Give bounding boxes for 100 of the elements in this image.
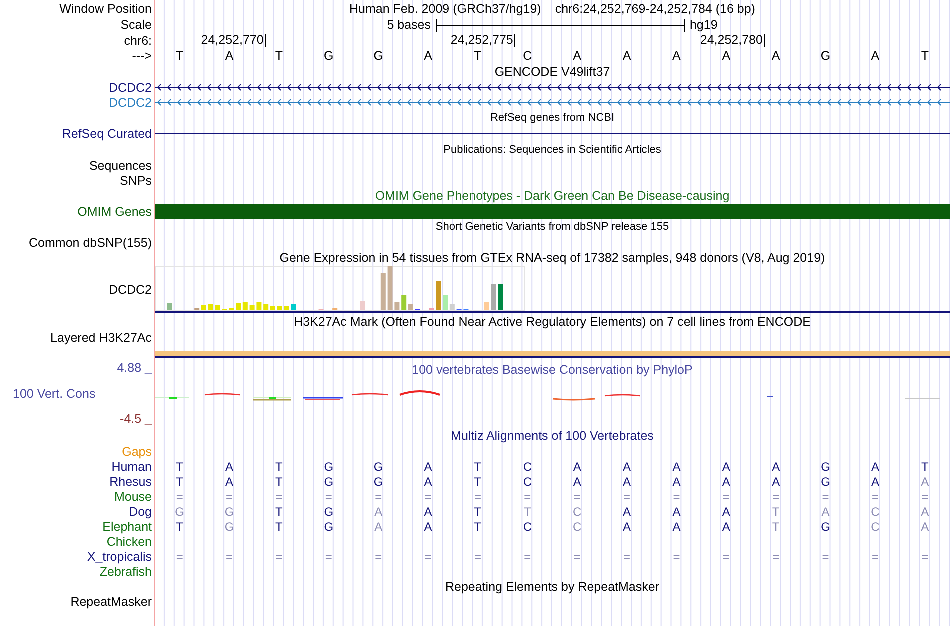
alignment-base: = — [524, 490, 532, 504]
axis-min-label: -4.5 _ — [119, 412, 152, 426]
expression-bar — [408, 304, 414, 310]
alignment-base: T — [772, 504, 780, 518]
alignment-base: A — [424, 520, 432, 534]
alignment-base: A — [871, 460, 880, 474]
ruler-tick-label: 24,252,780 — [700, 34, 765, 47]
base-letter: A — [871, 49, 880, 63]
alignment-base: T — [524, 504, 532, 518]
track-label[interactable]: Layered H3K27Ac — [50, 331, 152, 345]
alignment-base: C — [523, 520, 532, 534]
row-label[interactable]: chr6: — [124, 34, 152, 48]
expression-bar — [167, 303, 172, 310]
alignment-base: A — [672, 460, 681, 474]
expression-bar — [484, 302, 490, 310]
alignment-base: = — [673, 490, 680, 504]
gene-label[interactable]: DCDC2 — [108, 80, 152, 94]
alignment-base: C — [523, 460, 532, 474]
base-letter: G — [374, 49, 384, 63]
alignment-base: A — [672, 474, 681, 488]
expression-bar — [450, 304, 455, 310]
alignment-base: A — [623, 504, 632, 518]
base-letter: G — [820, 49, 831, 63]
expression-bar — [242, 302, 248, 310]
alignment-base: C — [871, 520, 880, 534]
alignment-base: A — [573, 460, 582, 474]
alignment-base: G — [324, 504, 334, 518]
track-title: GENCODE V49lift37 — [494, 65, 610, 79]
species-label[interactable]: Human — [112, 460, 152, 474]
species-label[interactable]: Dog — [129, 504, 152, 518]
expression-bar — [277, 306, 282, 310]
base-letter: A — [772, 49, 780, 63]
species-label[interactable]: Elephant — [102, 520, 152, 534]
base-letter: T — [474, 49, 482, 63]
expression-bar — [270, 306, 276, 310]
track-title: OMIM Gene Phenotypes - Dark Green Can Be Disease-causing — [375, 189, 730, 203]
base-letter: A — [573, 49, 582, 63]
expression-bar — [491, 284, 496, 310]
track-label[interactable]: Zebrafish — [100, 564, 152, 578]
alignment-base: A — [772, 474, 780, 488]
base-letter: T — [921, 49, 929, 63]
expression-bar — [388, 266, 393, 310]
alignment-base: A — [921, 504, 930, 518]
alignment-base: T — [176, 460, 184, 474]
expression-bar — [291, 304, 296, 310]
alignment-base: = — [673, 550, 680, 564]
base-letter: C — [523, 49, 532, 63]
row-label[interactable]: Window Position — [60, 2, 152, 16]
alignment-base: G — [821, 520, 830, 534]
alignment-base: T — [276, 474, 283, 488]
assembly-title: Human Feb. 2009 (GRCh37/hg19) — [350, 2, 542, 16]
gene-line[interactable] — [155, 133, 950, 135]
alignment-base: G — [224, 504, 234, 518]
track-label[interactable]: Common dbSNP(155) — [29, 236, 152, 250]
track-label[interactable]: RepeatMasker — [70, 595, 152, 609]
base-letter: G — [324, 49, 334, 63]
alignment-base: A — [921, 474, 930, 488]
alignment-base: A — [623, 460, 632, 474]
alignment-base: A — [623, 474, 632, 488]
alignment-base: = — [872, 490, 879, 504]
expression-bar — [394, 302, 400, 310]
base-letter: A — [722, 49, 731, 63]
alignment-base: T — [276, 460, 283, 474]
database-name: hg19 — [690, 18, 718, 32]
alignment-base: C — [573, 504, 582, 518]
alignment-base: A — [374, 520, 383, 534]
row-label[interactable]: ---> — [132, 49, 152, 63]
track-label[interactable]: Chicken — [106, 534, 152, 548]
alignment-base: = — [574, 490, 581, 504]
expression-bar — [284, 306, 290, 310]
alignment-base: C — [871, 504, 880, 518]
alignment-base: = — [375, 550, 382, 564]
alignment-base: T — [474, 474, 482, 488]
track-label[interactable]: SNPs — [120, 174, 152, 188]
track-title: Short Genetic Variants from dbSNP release 155 — [436, 220, 670, 234]
alignment-base: = — [325, 490, 332, 504]
alignment-base: G — [224, 520, 234, 534]
expression-bar — [236, 303, 241, 310]
track-label[interactable]: Sequences — [89, 158, 152, 172]
alignment-base: = — [722, 490, 730, 504]
track-label[interactable]: OMIM Genes — [78, 204, 152, 218]
alignment-base: G — [821, 474, 830, 488]
alignment-base: = — [722, 550, 730, 564]
track-label[interactable]: RefSeq Curated — [62, 127, 152, 141]
track-title: Repeating Elements by RepeatMasker — [445, 580, 660, 594]
species-label[interactable]: Mouse — [114, 490, 152, 504]
alignment-base: A — [424, 474, 432, 488]
alignment-base: = — [424, 550, 432, 564]
alignment-base: = — [176, 490, 184, 504]
alignment-base: A — [722, 504, 730, 518]
alignment-base: = — [822, 550, 830, 564]
track-label[interactable]: 100 Vert. Cons — [0, 386, 152, 400]
species-label[interactable]: X_tropicalis — [87, 550, 152, 564]
alignment-base: = — [226, 550, 234, 564]
row-label[interactable]: Scale — [120, 18, 152, 32]
species-label[interactable]: Rhesus — [110, 474, 152, 488]
track-label[interactable]: DCDC2 — [108, 283, 152, 297]
gene-label[interactable]: DCDC2 — [108, 96, 152, 110]
alignment-base: A — [722, 520, 730, 534]
alignment-base: = — [176, 550, 184, 564]
